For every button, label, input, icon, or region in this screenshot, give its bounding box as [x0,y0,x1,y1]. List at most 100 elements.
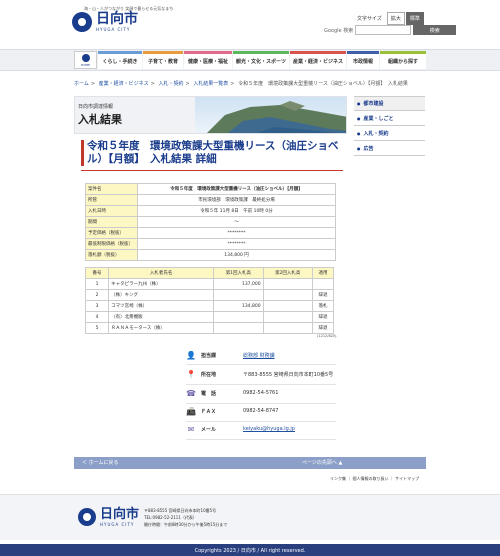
column-header: 第2回入札高 [262,267,313,279]
bidder-note: 落札 [311,300,335,312]
banner-title: 入札結果 [78,113,122,126]
table-row: 案件名 令和５年度 環境政策課大型重機リース（油圧ショベル）【月額】 [85,183,336,195]
bidder-name: （株）キング [108,289,215,301]
text-size-label: 文字サイズ [357,16,382,22]
footer-link-sitemap[interactable]: サイトマップ [395,476,419,481]
detail-label: 案件名 [85,183,138,195]
search-input[interactable] [355,25,412,35]
nav-home-label: HOME [80,62,91,67]
home-icon [81,53,90,62]
table-note: (1212/820) [317,334,337,338]
logo-name-en: HYUGA CITY [96,27,131,32]
detail-value: 134,800 円 [137,249,336,261]
back-to-home-link[interactable]: ＜ ホームに戻る [82,459,118,466]
bidder-first-bid [213,311,264,323]
bidder-second-bid [262,300,313,312]
table-row: 2 （株）キング 辞退 [84,289,335,301]
nav-item-organization[interactable]: 組織から探す [380,51,426,69]
divider [186,403,336,404]
divider [186,364,336,365]
bidder-second-bid [262,311,313,323]
nav-item-cityinfo[interactable]: 市政情報 [347,51,379,69]
bidder-first-bid [213,289,264,301]
bidder-number: 2 [84,289,110,301]
text-size-normal-button[interactable]: 標準 [405,12,424,25]
table-row: 5 ＲＡＮＡモータース（株） 辞退 [84,322,335,334]
breadcrumb-industry[interactable]: 産業・経済・ビジネス [99,81,149,87]
nav-item-industry[interactable]: 産業・経済・ビジネス [290,51,346,69]
sidebar-item-urban[interactable]: 都市建設 [354,96,425,111]
divider [186,421,336,422]
detail-label: 入札日時 [85,205,138,217]
detail-value: ******** [137,238,336,250]
footer-logo-name-en: HYUGA CITY [100,522,135,527]
contact-fax: 0982-54-8747 [243,408,279,414]
table-row: 予定価格（税抜） ******** [85,227,336,239]
contact-dept-link[interactable]: 総務部 財務課 [243,352,275,359]
city-emblem-icon [72,12,92,32]
text-size-large-button[interactable]: 拡大 [386,12,405,25]
breadcrumb-bidding[interactable]: 入札・契約 [158,81,183,87]
contact-row-tel: ☎ 電 話 0982-54-5761 [186,388,278,398]
site-footer [0,494,500,540]
divider [186,439,336,440]
bidders-table: 番号 入札者氏名 第1回入札高 第2回入札高 適用 1 キャタピラー九州（株） … [84,267,335,334]
sidebar-item-industry[interactable]: 産業・しごと [354,111,425,126]
banner-dept: 日向市調達情報 [78,104,114,110]
column-header: 番号 [84,267,110,279]
sidebar-item-bidding[interactable]: 入札・契約 [354,126,425,141]
bidder-name: ＲＡＮＡモータース（株） [108,322,215,334]
bidder-name: キャタピラー九州（株） [108,278,215,290]
contact-mail-link[interactable]: keiyaku@hyuga.lg.jp [243,426,295,432]
table-row: 落札額（税抜） 134,800 円 [85,249,336,261]
footer-logo[interactable]: 日向市 HYUGA CITY [78,507,139,527]
fax-icon: 📠 [186,406,196,416]
table-row: 3 コマツ宮崎（株） 134,800 落札 [84,300,335,312]
table-row: 入札日時 令和５年 11月 8日 午前 10時 0分 [85,205,336,217]
nav-item-tourism[interactable]: 観光・文化・スポーツ [233,51,289,69]
table-header-row: 番号 入札者氏名 第1回入札高 第2回入札高 適用 [84,267,335,279]
nav-item-health[interactable]: 健康・医療・福祉 [184,51,232,69]
footer-hours-line: 開庁時間：午前8時30分から午後5時15分まで [144,522,228,527]
contact-row-mail: ✉ メール keiyaku@hyuga.lg.jp [186,424,295,434]
copyright: Copyrights 2023 / 日向市 / All right reserv… [0,544,500,556]
contact-label: 電 話 [201,390,217,397]
bidder-note: 辞退 [311,289,335,301]
bidder-first-bid [213,322,264,334]
column-header: 入札者氏名 [108,267,215,279]
bidder-first-bid: 134,800 [213,300,264,312]
breadcrumb-home[interactable]: ホーム [74,81,89,87]
detail-label: 落札額（税抜） [85,249,138,261]
detail-label: 期間 [85,216,138,228]
bidder-second-bid [262,322,313,334]
search-label: Google 検索 [324,27,354,34]
footer-logo-name: 日向市 [100,507,140,522]
column-header: 第1回入札高 [213,267,264,279]
divider [186,384,336,385]
table-row: 4 （有）北斎機販 辞退 [84,311,335,323]
nav-item-living[interactable]: くらし・手続き [98,51,142,69]
bidder-number: 3 [84,300,110,312]
page-top-link[interactable]: ページの先頭へ ▲ [302,459,342,466]
table-row: 所管 市民環境部 環境政策課 最終処分場 [85,194,336,206]
table-row: 期間〜 [85,216,336,228]
contact-label: 所在地 [201,371,217,378]
bidder-second-bid [262,289,313,301]
sidebar-item-ads[interactable]: 広告 [354,141,425,156]
bidder-name: （有）北斎機販 [108,311,215,323]
detail-value: 令和５年 11月 8日 午前 10時 0分 [137,205,336,217]
table-row: 1 キャタピラー九州（株） 137,000 [84,278,335,290]
nav-home[interactable]: HOME [74,51,97,69]
breadcrumb-results-list[interactable]: 入札結果一覧表 [193,81,228,87]
footer-link-links[interactable]: リンク集 [330,476,346,481]
page-nav-bar [74,457,426,469]
contact-label: ＦＡＸ [201,408,217,415]
footer-link-privacy[interactable]: 個人情報の取り扱い [353,476,389,481]
page-title: 令和５年度 環境政策課大型重機リース（油圧ショベル）【月額】 入札結果 詳細 [81,140,343,166]
search-button[interactable]: 検索 [413,25,457,35]
site-logo[interactable]: 日向市 HYUGA CITY [72,12,138,32]
nav-item-childcare[interactable]: 子育て・教育 [143,51,183,69]
detail-label: 予定価格（税抜） [85,227,138,239]
footer-address-line: 〒883-8555 宮崎県日向市本町10番5号 [144,508,217,513]
sidebar: 都市建設 産業・しごと 入札・契約 広告 [354,96,425,156]
